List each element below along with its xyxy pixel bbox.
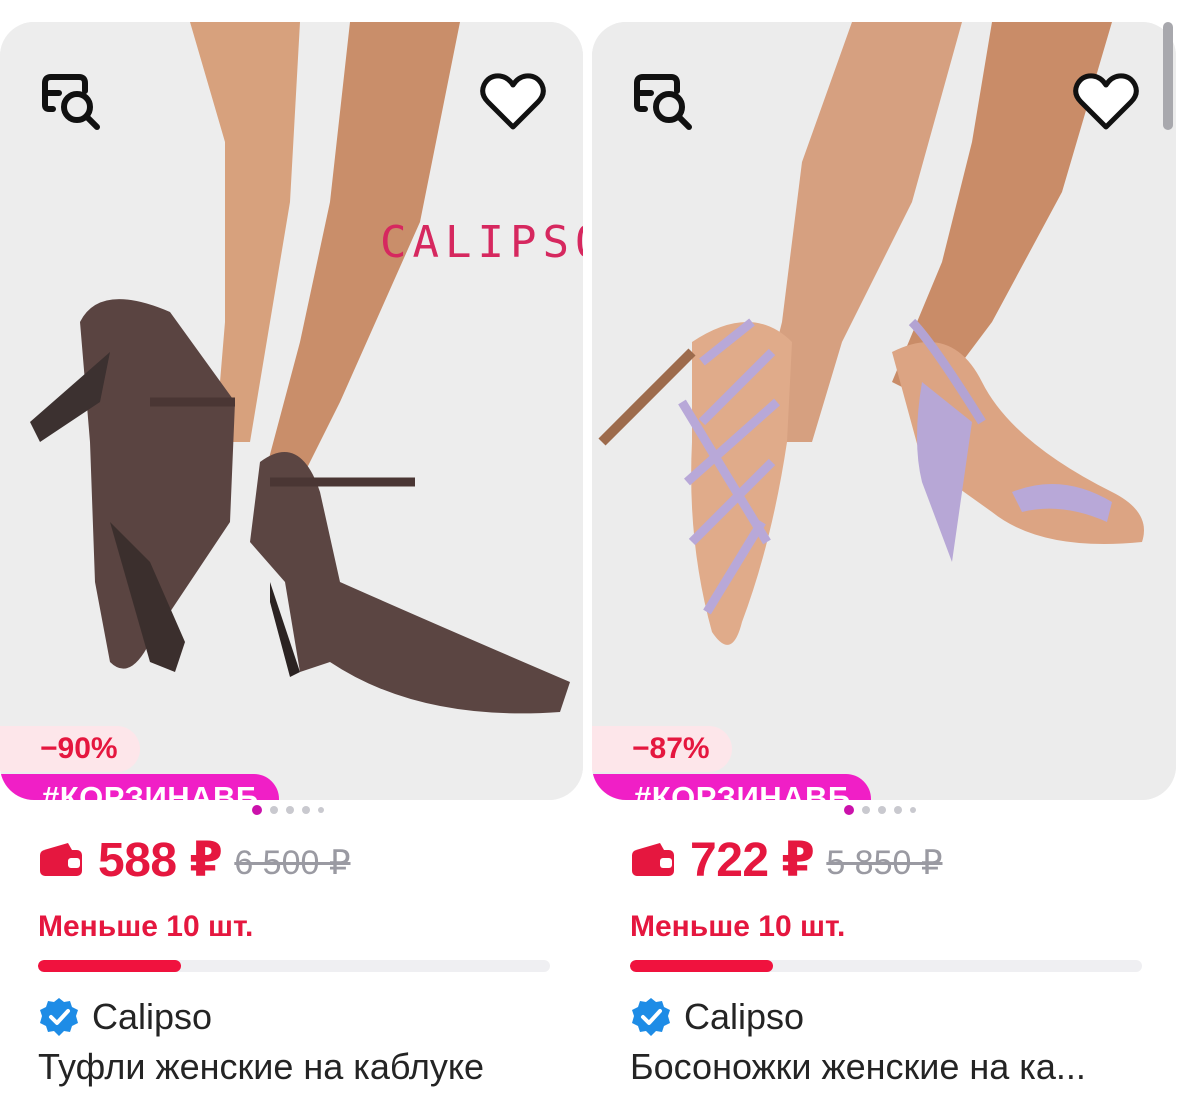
seller-row[interactable]: Calipso xyxy=(630,996,804,1038)
price-row: 588 ₽ 6 500 ₽ xyxy=(38,832,351,888)
heart-icon xyxy=(480,73,546,130)
old-price: 5 850 ₽ xyxy=(826,844,943,882)
product-card-1[interactable]: CALIPSO −90% #КОРЗИНАВБ 588 ₽ 6 500 ₽ xyxy=(0,0,585,1108)
find-similar-button[interactable] xyxy=(32,62,112,142)
wallet-icon xyxy=(40,843,82,876)
stock-label: Меньше 10 шт. xyxy=(630,910,846,943)
product-title[interactable]: Босоножки женские на ка... xyxy=(630,1046,1130,1088)
seller-row[interactable]: Calipso xyxy=(38,996,212,1038)
stock-bar-fill xyxy=(38,960,182,972)
price: 588 ₽ xyxy=(98,834,223,887)
favorite-button[interactable] xyxy=(1066,62,1146,142)
stock-bar xyxy=(38,960,550,972)
scrollbar[interactable] xyxy=(1163,22,1173,130)
seller-name: Calipso xyxy=(92,996,213,1037)
stock-bar-fill xyxy=(630,960,774,972)
price: 722 ₽ xyxy=(690,834,815,887)
heart-icon xyxy=(1073,73,1139,130)
product-card-2[interactable]: −87% #КОРЗИНАВБ 722 ₽ 5 850 ₽ Меньше 10 … xyxy=(592,0,1177,1108)
find-similar-icon xyxy=(634,74,692,130)
promo-badge[interactable]: #КОРЗИНАВБ xyxy=(0,774,279,800)
image-pager-dots xyxy=(252,805,324,815)
wallet-icon xyxy=(632,843,674,876)
promo-badge[interactable]: #КОРЗИНАВБ xyxy=(592,774,871,800)
image-pager-dots xyxy=(844,805,916,815)
favorite-button[interactable] xyxy=(473,62,553,142)
product-title[interactable]: Туфли женские на каблуке xyxy=(38,1046,538,1088)
stock-label: Меньше 10 шт. xyxy=(38,910,254,943)
verified-icon xyxy=(632,998,670,1036)
product-photo-1[interactable]: CALIPSO −90% #КОРЗИНАВБ xyxy=(0,22,583,800)
brand-watermark: CALIPSO xyxy=(380,217,583,268)
discount-badge: −87% xyxy=(592,726,732,772)
seller-name: Calipso xyxy=(684,996,805,1037)
find-similar-button[interactable] xyxy=(624,62,704,142)
product-photo-2[interactable]: −87% #КОРЗИНАВБ xyxy=(592,22,1176,800)
find-similar-icon xyxy=(42,74,100,130)
price-row: 722 ₽ 5 850 ₽ xyxy=(630,832,943,888)
discount-badge: −90% xyxy=(0,726,140,772)
stock-bar xyxy=(630,960,1142,972)
old-price: 6 500 ₽ xyxy=(234,844,351,882)
verified-icon xyxy=(40,998,78,1036)
